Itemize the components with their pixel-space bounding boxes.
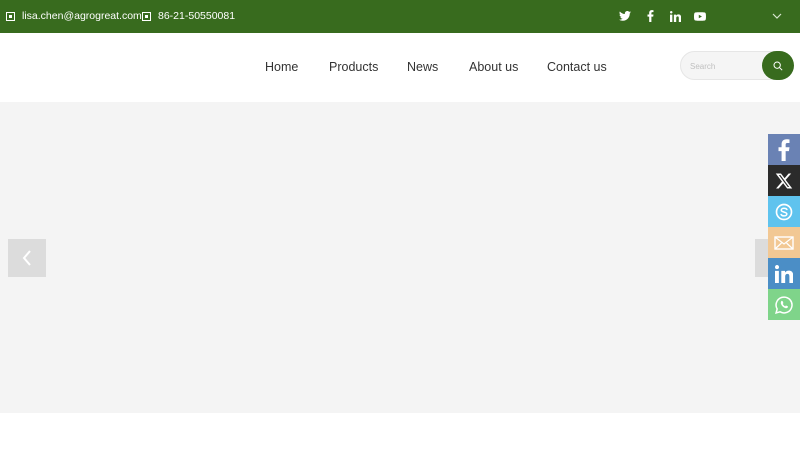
facebook-icon <box>778 138 790 161</box>
search-input[interactable] <box>690 58 760 74</box>
phone-icon <box>142 11 151 21</box>
contact-phone[interactable]: 86-21-50550081 <box>142 10 235 22</box>
whatsapp-icon <box>775 295 793 314</box>
nav-item-news[interactable]: News <box>407 60 438 74</box>
x-icon <box>775 173 793 188</box>
nav-item-home[interactable]: Home <box>265 60 298 74</box>
side-facebook-button[interactable] <box>768 134 800 165</box>
search-button[interactable] <box>762 51 794 80</box>
side-email-button[interactable] <box>768 227 800 258</box>
chevron-down-icon[interactable] <box>770 10 784 22</box>
hero-banner <box>0 102 800 413</box>
nav-item-contact-us[interactable]: Contact us <box>547 60 607 74</box>
top-social-links <box>617 8 717 24</box>
main-header: Home Products News About us Contact us <box>0 33 800 102</box>
email-icon <box>6 11 15 21</box>
skype-icon <box>775 203 793 220</box>
youtube-icon[interactable] <box>692 8 708 24</box>
email-icon <box>774 235 794 250</box>
nav-item-products[interactable]: Products <box>329 60 378 74</box>
side-linkedin-button[interactable] <box>768 258 800 289</box>
nav-item-about-us[interactable]: About us <box>469 60 518 74</box>
search-box <box>680 51 794 80</box>
linkedin-icon <box>775 264 793 283</box>
search-icon <box>773 61 783 71</box>
email-text[interactable]: lisa.chen@agrogreat.com <box>22 10 142 22</box>
facebook-icon[interactable] <box>642 8 658 24</box>
phone-text[interactable]: 86-21-50550081 <box>158 10 235 22</box>
chevron-left-icon <box>22 250 31 266</box>
linkedin-icon[interactable] <box>667 8 683 24</box>
side-x-button[interactable] <box>768 165 800 196</box>
contact-email[interactable]: lisa.chen@agrogreat.com <box>6 10 142 22</box>
floating-social-bar <box>768 134 800 320</box>
side-whatsapp-button[interactable] <box>768 289 800 320</box>
top-bar: lisa.chen@agrogreat.com 86-21-50550081 <box>0 0 800 33</box>
slider-prev-button[interactable] <box>8 239 46 277</box>
twitter-icon[interactable] <box>617 8 633 24</box>
side-skype-button[interactable] <box>768 196 800 227</box>
